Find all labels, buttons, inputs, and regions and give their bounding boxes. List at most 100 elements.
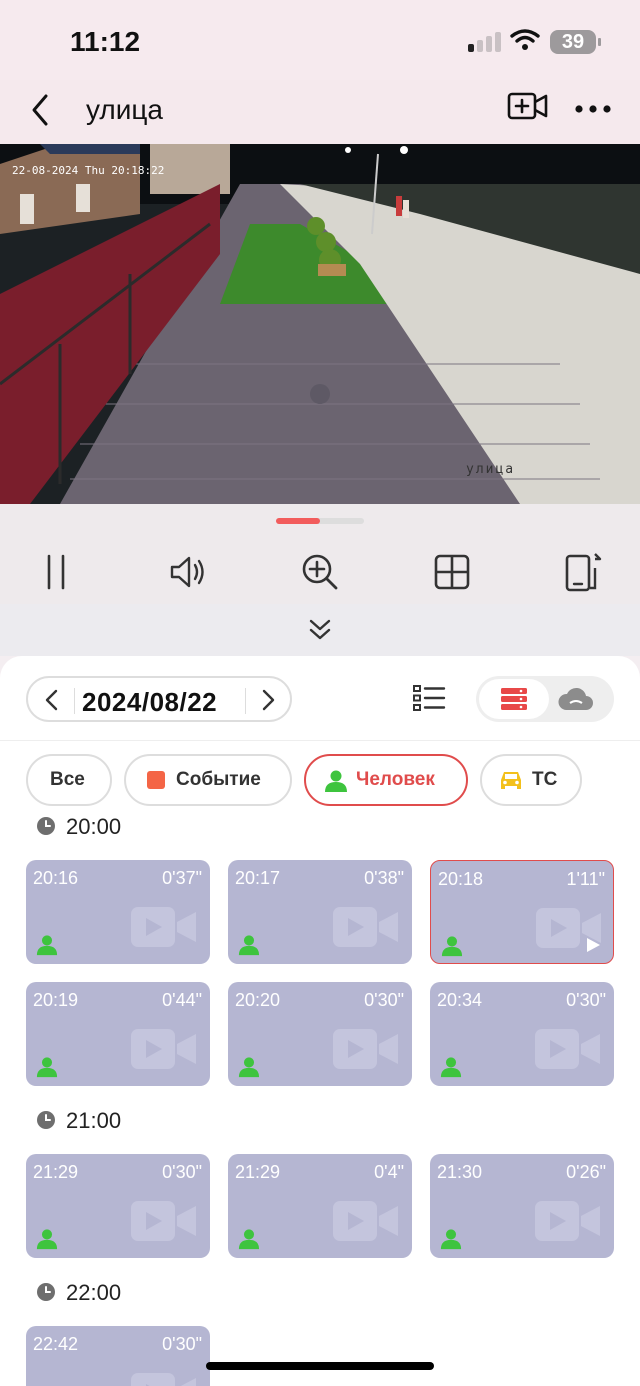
speaker-icon[interactable] [166, 550, 210, 594]
clip-start-time: 21:29 [235, 1162, 281, 1182]
clip-duration: 0'30" [364, 990, 404, 1010]
date-divider [74, 688, 75, 714]
list-view-icon[interactable] [412, 684, 446, 712]
video-timestamp: 22-08-2024 Thu 20:18:22 [12, 164, 165, 177]
filter-all-label: Все [50, 769, 85, 790]
clip-start-time: 20:17 [235, 868, 281, 888]
wifi-icon [510, 29, 540, 50]
recording-clip[interactable]: 20:16 0'37" [26, 860, 210, 964]
video-camera-icon [333, 1029, 398, 1069]
date-selector: 2024/08/22 [26, 676, 292, 722]
person-icon [238, 1057, 260, 1078]
recording-clip[interactable]: 21:30 0'26" [430, 1154, 614, 1258]
recording-clip[interactable]: 20:18 1'11" [430, 860, 614, 964]
event-icon [147, 771, 165, 789]
filter-person-label: Человек [356, 769, 435, 790]
clip-start-time: 20:16 [33, 868, 79, 888]
clip-start-time: 21:30 [437, 1162, 483, 1182]
clip-duration: 0'4" [374, 1162, 404, 1182]
clip-start-time: 20:34 [437, 990, 483, 1010]
filter-vehicle[interactable]: ТС [480, 754, 582, 806]
playback-panel: 2024/08/22 Все Событие Человек ТС 20:00 … [0, 656, 640, 1386]
recording-clip[interactable]: 21:29 0'4" [228, 1154, 412, 1258]
video-camera-icon [333, 907, 398, 947]
person-icon [36, 935, 58, 956]
hour-section-label: 21:00 [66, 1108, 122, 1133]
video-camera-icon [535, 1029, 600, 1069]
screenshot-icon[interactable] [562, 550, 606, 594]
date-divider [245, 688, 246, 714]
filter-vehicle-label: ТС [532, 769, 558, 790]
recording-clip[interactable]: 20:20 0'30" [228, 982, 412, 1086]
clip-duration: 0'30" [162, 1334, 202, 1354]
recording-clip[interactable]: 21:29 0'30" [26, 1154, 210, 1258]
cloud-icon[interactable] [558, 686, 594, 712]
clip-start-time: 21:29 [33, 1162, 79, 1182]
video-camera-icon [535, 1201, 600, 1241]
storage-toggle [476, 676, 614, 722]
clip-duration: 0'30" [162, 1162, 202, 1182]
person-icon [440, 1229, 462, 1250]
clip-duration: 0'26" [566, 1162, 606, 1182]
clip-start-time: 22:42 [33, 1334, 79, 1354]
chevron-left-icon[interactable] [38, 686, 66, 714]
chevron-right-icon[interactable] [254, 686, 282, 714]
status-time: 11:12 [70, 26, 141, 57]
recording-clip[interactable]: 22:42 0'30" [26, 1326, 210, 1386]
person-icon [440, 1057, 462, 1078]
clock-icon [37, 1283, 55, 1301]
filter-all[interactable]: Все [26, 754, 112, 806]
person-icon [238, 935, 260, 956]
clip-duration: 0'37" [162, 868, 202, 888]
player-controls [0, 538, 640, 604]
clip-duration: 0'44" [162, 990, 202, 1010]
person-icon [36, 1229, 58, 1250]
video-camera-icon [131, 1201, 196, 1241]
recording-clip[interactable]: 20:17 0'38" [228, 860, 412, 964]
battery-indicator: 39 [550, 30, 601, 54]
clip-duration: 1'11" [566, 869, 605, 889]
recording-clip[interactable]: 20:19 0'44" [26, 982, 210, 1086]
page-indicator-active [276, 518, 320, 524]
person-icon [325, 770, 347, 792]
grid-layout-icon[interactable] [430, 550, 474, 594]
hour-section-label: 20:00 [66, 814, 122, 839]
clip-start-time: 20:20 [235, 990, 281, 1010]
camera-scene-image [0, 144, 640, 504]
video-camera-label: улица [466, 462, 516, 477]
hour-section-label: 22:00 [66, 1280, 122, 1305]
status-bar: 11:12 39 [0, 0, 640, 80]
zoom-in-icon[interactable] [298, 550, 342, 594]
nav-bar: улица [0, 80, 640, 144]
filter-event[interactable]: Событие [124, 754, 292, 806]
back-icon[interactable] [22, 90, 62, 130]
pause-icon[interactable] [34, 550, 78, 594]
chevron-double-down-icon[interactable] [306, 616, 334, 644]
live-video-view[interactable]: 22-08-2024 Thu 20:18:22 улица [0, 144, 640, 504]
page-title: улица [86, 94, 163, 125]
filter-person[interactable]: Человек [304, 754, 468, 806]
clock-icon [37, 817, 55, 835]
clip-start-time: 20:19 [33, 990, 79, 1010]
recording-clip[interactable]: 20:34 0'30" [430, 982, 614, 1086]
more-icon[interactable] [574, 104, 612, 114]
play-icon [587, 938, 600, 952]
video-record-icon[interactable] [506, 90, 550, 122]
clip-start-time: 20:18 [438, 869, 484, 889]
person-icon [238, 1229, 260, 1250]
video-camera-icon [131, 1373, 196, 1386]
clip-duration: 0'38" [364, 868, 404, 888]
date-label[interactable]: 2024/08/22 [82, 687, 217, 718]
clip-duration: 0'30" [566, 990, 606, 1010]
divider [0, 740, 640, 741]
page-indicator [0, 504, 640, 538]
sd-card-icon [501, 688, 527, 710]
car-icon [501, 772, 521, 789]
clock-icon [37, 1111, 55, 1129]
video-camera-icon [131, 1029, 196, 1069]
sd-storage-option[interactable] [479, 679, 549, 719]
video-camera-icon [131, 907, 196, 947]
video-camera-icon [333, 1201, 398, 1241]
filter-event-label: Событие [176, 769, 261, 790]
collapse-controls[interactable] [0, 604, 640, 656]
